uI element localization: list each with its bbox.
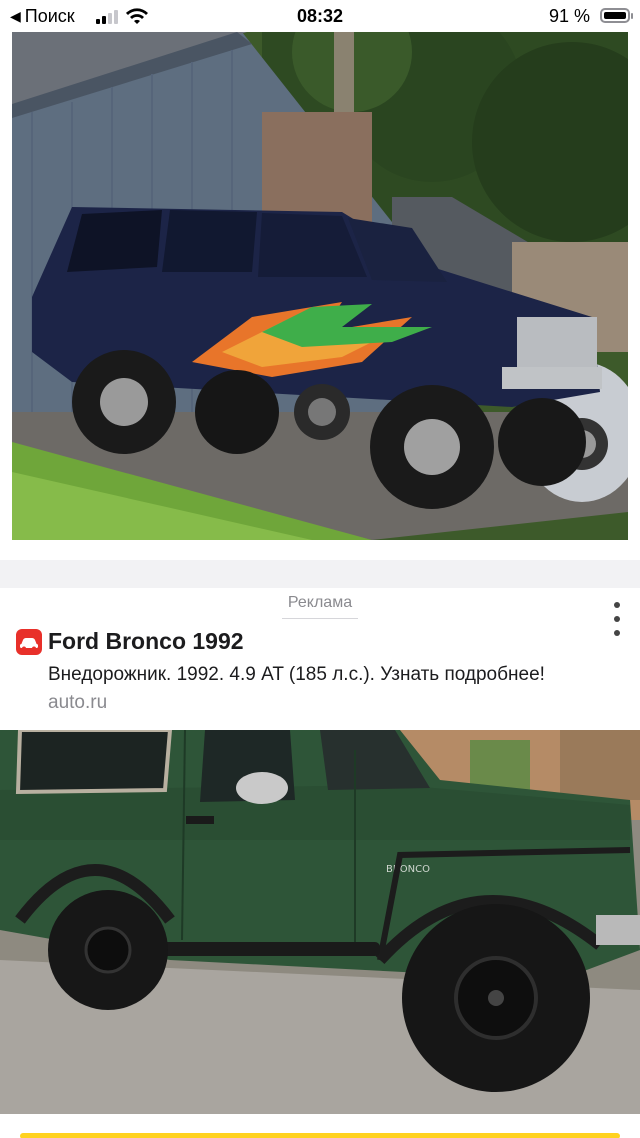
battery-percent: 91 % <box>548 6 590 26</box>
screen: ◀ Поиск 08:32 91 % Реклама Ford Bronco 1… <box>0 0 640 1138</box>
ad-domain[interactable]: auto.ru <box>48 692 107 714</box>
ad-accent-strip <box>20 1133 620 1138</box>
more-options-icon[interactable] <box>614 602 622 636</box>
ford-bronco-image: BRONCO <box>0 730 640 1114</box>
ad-label-divider <box>282 618 358 619</box>
feed-card <box>0 32 640 560</box>
green-ford-bronco-photo[interactable]: BRONCO <box>0 730 640 1114</box>
ad-card[interactable]: Реклама Ford Bronco 1992 Внедорожник. 19… <box>0 588 640 1138</box>
lifted-suv-photo[interactable] <box>12 32 628 540</box>
ad-label: Реклама <box>287 594 353 611</box>
clock: 08:32 <box>296 6 344 26</box>
auto-ru-logo-icon <box>16 629 42 655</box>
status-bar: ◀ Поиск 08:32 91 % <box>0 0 640 32</box>
ad-title[interactable]: Ford Bronco 1992 <box>48 628 244 655</box>
ad-description[interactable]: Внедорожник. 1992. 4.9 AT (185 л.с.). Уз… <box>48 664 545 686</box>
lifted-suv-image <box>12 32 628 540</box>
bronco-badge-text: BRONCO <box>386 864 430 875</box>
battery-icon <box>600 8 633 23</box>
